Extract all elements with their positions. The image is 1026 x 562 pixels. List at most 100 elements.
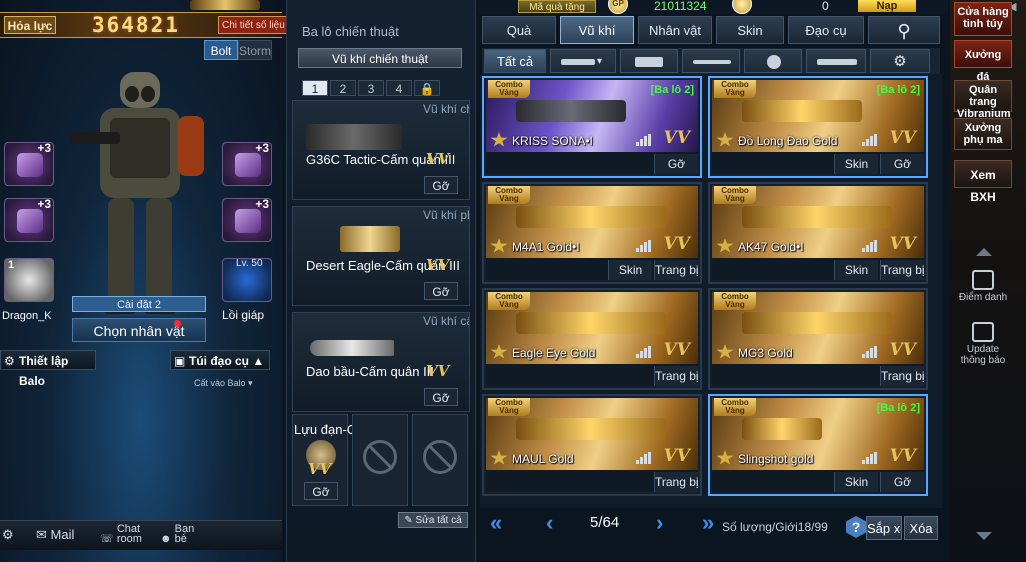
- loadout-dropdown[interactable]: Vũ khí chiến thuật: [298, 48, 462, 68]
- backpack-setup-button[interactable]: ⚙ Thiết lập Balo: [0, 350, 96, 388]
- rank-star-icon: [716, 238, 734, 253]
- vibranium-button[interactable]: Quân trang Vibranium: [954, 80, 1012, 120]
- last-page-icon[interactable]: »: [702, 510, 714, 536]
- search-icon[interactable]: ⚲: [868, 16, 940, 44]
- filter-all[interactable]: Tất cả: [484, 49, 546, 73]
- checkin-icon[interactable]: [972, 270, 994, 290]
- prohibited-icon: [363, 440, 397, 474]
- scroll-up-icon[interactable]: [976, 248, 992, 256]
- combo-gold-badge: Combo Vàng: [488, 292, 530, 310]
- rank-star-icon: [490, 238, 508, 253]
- card-action-button[interactable]: Gỡ: [654, 154, 698, 174]
- loadout-page-1[interactable]: 1: [302, 80, 328, 96]
- vv-badge: VV: [889, 128, 916, 148]
- weapon-card[interactable]: Combo Vàng MAUL Gold VV Trang bị: [482, 394, 702, 496]
- combo-badge-text: Vàng: [499, 88, 519, 97]
- edit-all-button[interactable]: ✎ Sửa tất cả: [398, 512, 468, 528]
- mail-button[interactable]: ✉ Mail: [36, 524, 74, 546]
- next-page-icon[interactable]: ›: [656, 510, 663, 536]
- filter-grenade-icon[interactable]: [744, 49, 802, 73]
- card-action-button[interactable]: Gỡ: [880, 154, 924, 174]
- filter-rifle-icon[interactable]: ▾: [550, 49, 616, 73]
- premium-shop-button[interactable]: Cửa hàng tinh túy: [954, 2, 1012, 36]
- scroll-down-icon[interactable]: [976, 532, 992, 540]
- tab-characters[interactable]: Nhân vật: [638, 16, 712, 44]
- tab-weapons[interactable]: Vũ khí: [560, 16, 634, 44]
- tab-skin[interactable]: Skin: [716, 16, 784, 44]
- update-label[interactable]: Update thông báo: [954, 344, 1012, 366]
- card-action-button[interactable]: Skin: [834, 260, 878, 280]
- weapon-name: M4A1 Gold•I: [512, 240, 580, 254]
- power-value: 364821: [92, 13, 180, 37]
- card-action-button[interactable]: Skin: [608, 260, 652, 280]
- equip-slot-gloves[interactable]: +3: [4, 141, 54, 186]
- card-action-button[interactable]: Trang bị: [654, 260, 698, 280]
- combo-badge-text: Vàng: [725, 88, 745, 97]
- companion-slot[interactable]: 1: [4, 258, 54, 302]
- signal-bars-icon: [862, 134, 878, 146]
- weapon-forge-button[interactable]: Xưởng phụ ma: [954, 118, 1012, 150]
- help-icon[interactable]: ?: [846, 516, 866, 538]
- grenade-unequip-button[interactable]: Gỡ: [304, 482, 338, 500]
- unequip-button[interactable]: Gỡ: [424, 388, 458, 406]
- chevron-down-icon: ▾: [248, 378, 253, 388]
- card-action-button[interactable]: Trang bị: [654, 366, 698, 386]
- weapon-name: KRISS SONA•I: [512, 134, 593, 148]
- topup-button[interactable]: Nạp: [858, 0, 916, 12]
- weapon-card[interactable]: Combo Vàng [Ba lô 2] Slingshot gold VV Skin Gỡ: [708, 394, 928, 496]
- tab-items[interactable]: Đạo cụ: [788, 16, 864, 44]
- rank-star-icon: [490, 450, 508, 465]
- weapon-name: MAUL Gold: [512, 452, 574, 466]
- gift-code-button[interactable]: Mã quà tặng: [518, 0, 596, 13]
- stats-detail-button[interactable]: Chi tiết số liệu: [218, 16, 289, 34]
- notification-dot: [174, 320, 181, 327]
- equip-slot-gear[interactable]: +3: [4, 197, 54, 242]
- forge-button[interactable]: Xưởng đá: [954, 40, 1012, 83]
- unequip-button[interactable]: Gỡ: [424, 176, 458, 194]
- card-action-button[interactable]: Skin: [834, 154, 878, 174]
- loadout-page-3[interactable]: 3: [358, 80, 384, 96]
- filter-special-icon[interactable]: [806, 49, 866, 73]
- unequip-button[interactable]: Gỡ: [424, 282, 458, 300]
- loadout-page-2[interactable]: 2: [330, 80, 356, 96]
- item-bag-button[interactable]: ▣ Túi đạo cụ ▲: [170, 350, 270, 370]
- filter-pistol-icon[interactable]: [620, 49, 678, 73]
- equip-slot-helmet[interactable]: +3: [222, 197, 272, 242]
- vv-badge: VV: [426, 150, 450, 168]
- weapon-card[interactable]: Combo Vàng AK47 Gold•I VV Skin Trang bị: [708, 182, 928, 284]
- tab-gifts[interactable]: Quà: [482, 16, 556, 44]
- delete-button[interactable]: Xóa: [904, 516, 938, 540]
- card-action-button[interactable]: Trang bị: [880, 260, 924, 280]
- first-page-icon[interactable]: «: [490, 510, 502, 536]
- loadout-page-4[interactable]: 4: [386, 80, 412, 96]
- filter-gear-icon[interactable]: ⚙: [870, 49, 930, 73]
- ranking-button[interactable]: Xem BXH: [954, 160, 1012, 204]
- item-count: Số lượng/Giới18/99: [722, 520, 828, 534]
- filter-knife-icon[interactable]: [682, 49, 740, 73]
- weapon-card[interactable]: Combo Vàng M4A1 Gold•I VV Skin Trang bị: [482, 182, 702, 284]
- choose-character-button[interactable]: Chọn nhân vật: [72, 318, 206, 342]
- checkin-label[interactable]: Điểm danh: [954, 292, 1012, 303]
- friends-button[interactable]: ☻ Bạn bè: [160, 524, 199, 546]
- card-action-button[interactable]: Trang bị: [654, 472, 698, 492]
- card-action-button[interactable]: Gỡ: [880, 472, 924, 492]
- chat-room-button[interactable]: ☏ Chat room: [100, 524, 145, 546]
- settings-icon[interactable]: ⚙: [2, 524, 14, 546]
- weapon-card[interactable]: Combo Vàng [Ba lô 2] KRISS SONA•I VV Gỡ: [482, 76, 702, 178]
- equip-slot-goggles[interactable]: +3: [222, 141, 272, 186]
- combo-gold-badge: Combo Vàng: [714, 398, 756, 416]
- combo-gold-badge: Combo Vàng: [488, 398, 530, 416]
- put-in-bag-label[interactable]: Cất vào Balo ▾: [194, 378, 253, 389]
- card-action-button[interactable]: Trang bị: [880, 366, 924, 386]
- tab-bolt[interactable]: Bolt: [204, 40, 238, 60]
- chevron-down-icon: ▾: [597, 56, 603, 67]
- weapon-card[interactable]: Combo Vàng Eagle Eye Gold VV Trang bị: [482, 288, 702, 390]
- sort-button[interactable]: Sắp xếp: [866, 516, 902, 540]
- update-icon[interactable]: [972, 322, 994, 342]
- weapon-card[interactable]: Combo Vàng [Ba lô 2] Đồ Long Đao Gold VV Skin…: [708, 76, 928, 178]
- weapon-card[interactable]: Combo Vàng MG3 Gold VV Trang bị: [708, 288, 928, 390]
- tab-storm[interactable]: Storm: [238, 40, 272, 60]
- upgrade-plus: +3: [37, 197, 51, 211]
- prev-page-icon[interactable]: ‹: [546, 510, 553, 536]
- card-action-button[interactable]: Skin: [834, 472, 878, 492]
